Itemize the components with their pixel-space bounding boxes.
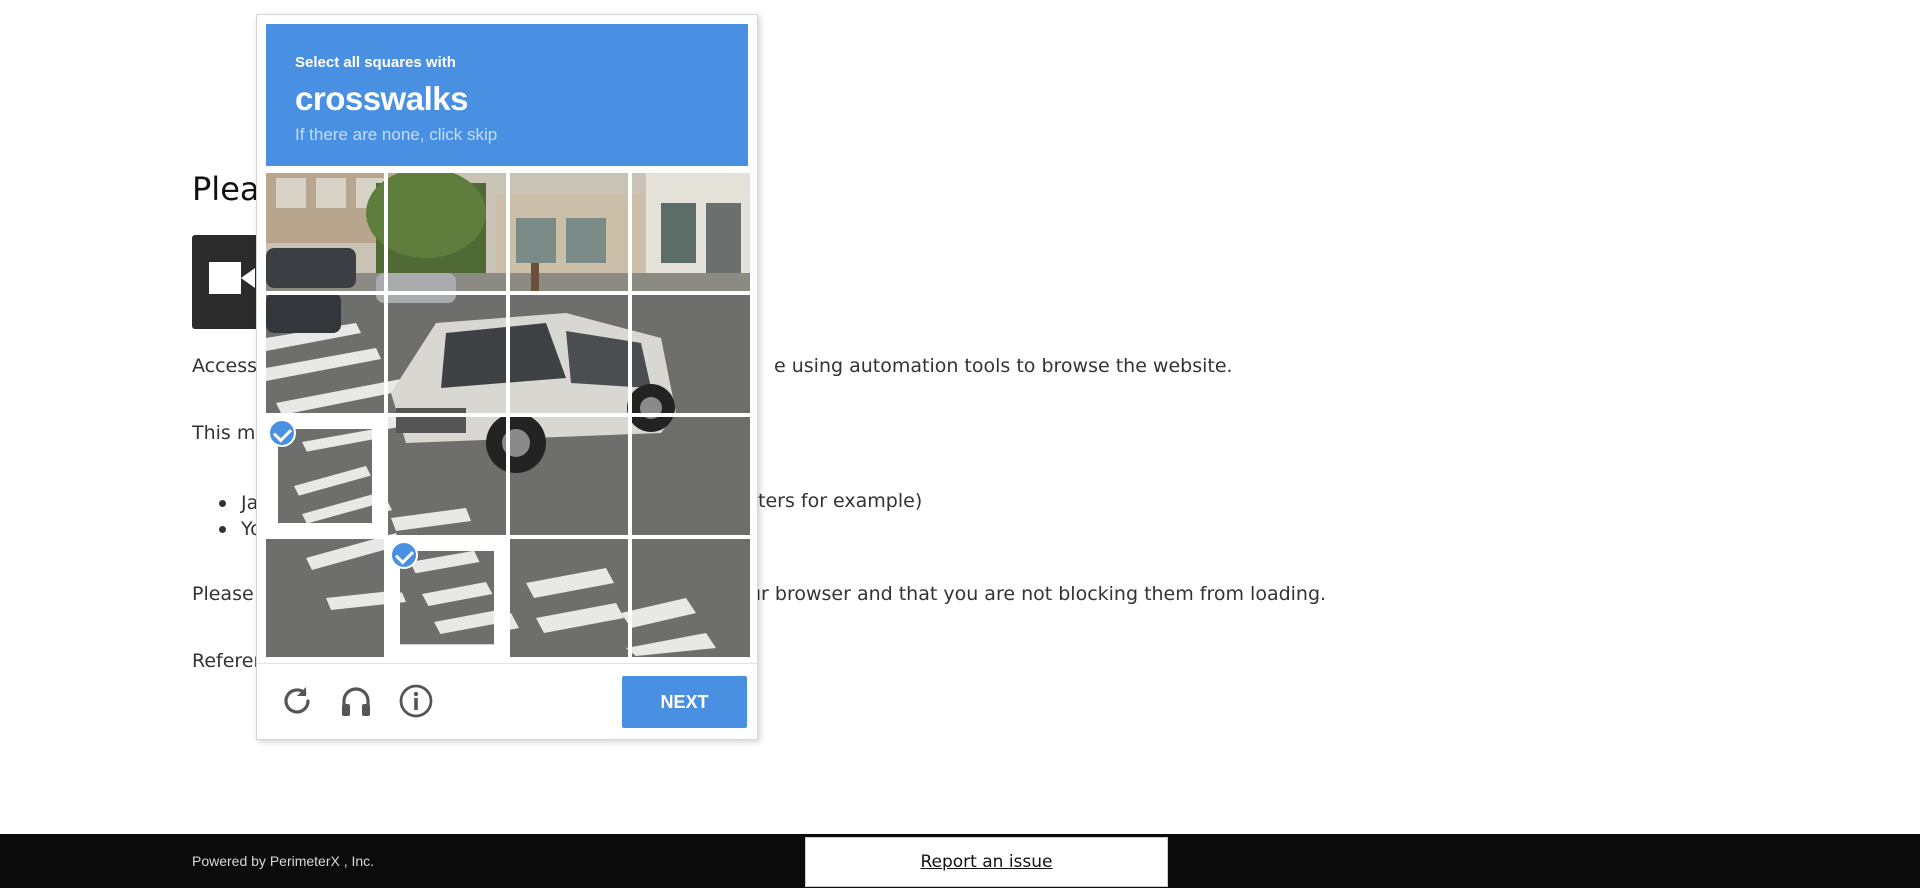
captcha-tile-image [632,539,750,657]
captcha-tile[interactable] [388,417,506,535]
captcha-tile-image [632,295,750,413]
selected-check-icon [390,541,418,569]
audio-icon[interactable] [337,682,375,720]
captcha-tile-image [266,295,384,413]
captcha-tile[interactable] [632,173,750,291]
reload-icon[interactable] [278,682,316,720]
captcha-tile[interactable] [632,417,750,535]
captcha-tile-image [388,173,506,291]
captcha-tile-image [510,295,628,413]
access-text-right: e using automation tools to browse the w… [774,355,1233,377]
captcha-header: Select all squares with crosswalks If th… [266,24,748,166]
captcha-instruction: Select all squares with [295,54,456,71]
captcha-tile[interactable] [266,173,384,291]
captcha-tile-image [266,539,384,657]
powered-by: Powered by PerimeterX , Inc. [192,853,375,869]
info-icon[interactable] [397,682,435,720]
captcha-tile-image [510,173,628,291]
captcha-tile-image [632,417,750,535]
widget-arrow-icon [241,268,255,288]
captcha-hint: If there are none, click skip [295,125,498,144]
selected-check-icon [268,419,296,447]
captcha-tile[interactable] [632,295,750,413]
captcha-tile-image [510,539,628,657]
captcha-divider [257,663,757,664]
captcha-tile[interactable] [266,417,384,535]
captcha-tile[interactable] [266,539,384,657]
report-issue-button[interactable]: Report an issue [805,837,1168,887]
captcha-tile[interactable] [388,539,506,657]
list-item-right-text: ters for example) [758,490,923,512]
reasons-list: Ja Yo [215,490,262,542]
please-text-right: ur browser and that you are not blocking… [749,583,1327,605]
list-item: Ja [215,490,262,516]
captcha-tile-image [388,417,506,535]
list-item: Yo [215,516,262,542]
captcha-tile-image [266,173,384,291]
captcha-tile[interactable] [388,295,506,413]
captcha-tile[interactable] [510,295,628,413]
captcha-target: crosswalks [295,80,468,117]
captcha-tile[interactable] [510,417,628,535]
captcha-tile-image [632,173,750,291]
captcha-image-grid [266,173,751,657]
access-text-left: Access [192,355,258,377]
captcha-tile[interactable] [266,295,384,413]
captcha-tile[interactable] [510,173,628,291]
captcha-dialog: Select all squares with crosswalks If th… [256,14,758,740]
captcha-tile-image [388,295,506,413]
next-button[interactable]: NEXT [622,676,747,728]
please-text-left: Please [192,583,254,605]
captcha-tile-image [278,429,372,523]
reference-text: Referer [192,650,262,672]
captcha-tile-image [400,551,494,645]
captcha-tile[interactable] [388,173,506,291]
captcha-tile[interactable] [632,539,750,657]
footer: Powered by PerimeterX , Inc. Report an i… [0,834,1920,888]
captcha-tile-image [510,417,628,535]
captcha-tile[interactable] [510,539,628,657]
widget-square-icon [209,262,241,294]
